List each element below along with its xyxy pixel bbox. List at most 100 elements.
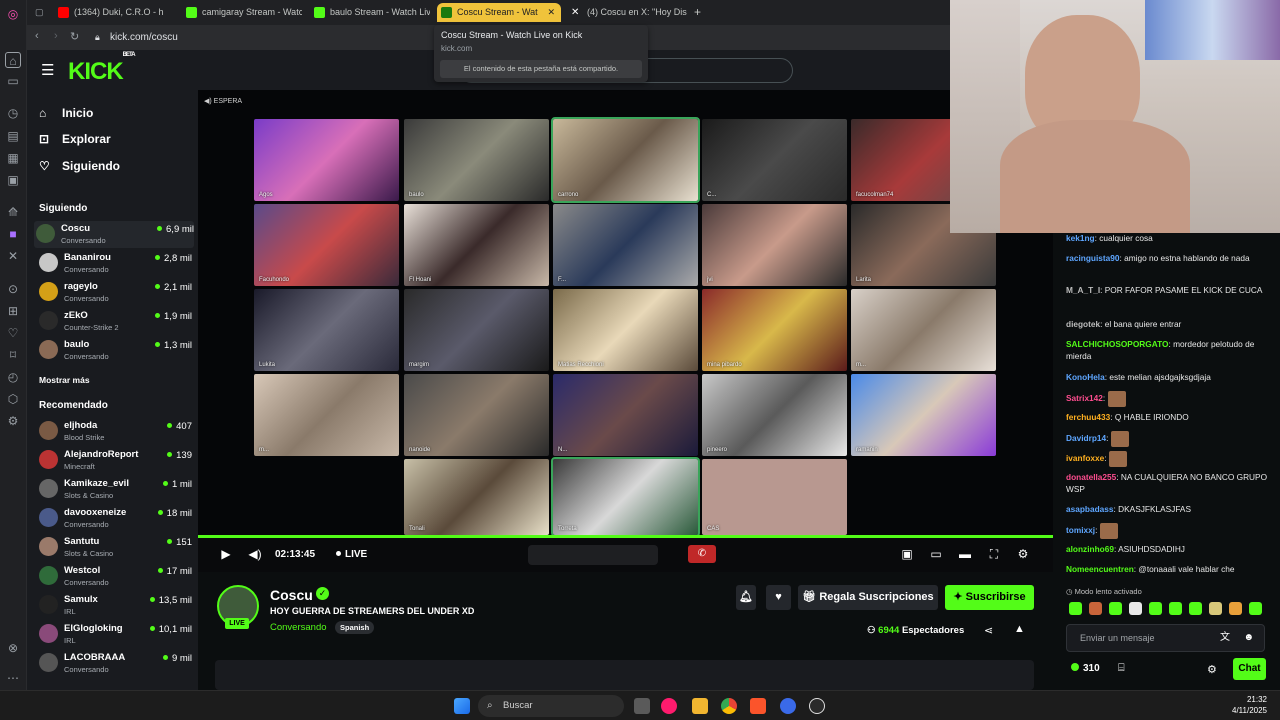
chat-username[interactable]: diegotek bbox=[1066, 319, 1100, 329]
opera-logo-icon[interactable]: ◎ bbox=[5, 6, 21, 22]
taskbar-search[interactable]: ⌕ Buscar bbox=[478, 695, 624, 717]
chat-username[interactable]: M_A_T_I bbox=[1066, 285, 1100, 295]
back-icon[interactable]: ‹ bbox=[35, 30, 39, 42]
fullscreen-icon[interactable]: ⛶ bbox=[987, 547, 1001, 561]
chat-username[interactable]: asapbadass bbox=[1066, 504, 1114, 514]
chat-input[interactable]: Enviar un mensaje 文 ☻ bbox=[1066, 624, 1265, 652]
home-icon[interactable]: ⌂ bbox=[5, 52, 21, 68]
windows-start-icon[interactable] bbox=[454, 698, 470, 714]
music-icon[interactable]: ▣ bbox=[5, 172, 21, 188]
extensions-icon[interactable]: ⬡ bbox=[5, 391, 21, 407]
app-icon[interactable] bbox=[780, 698, 796, 714]
reload-icon[interactable]: ↻ bbox=[70, 30, 79, 43]
share-icon[interactable]: ⋖ bbox=[984, 624, 993, 637]
recommended-item[interactable]: Santutu Slots & Casino 151 bbox=[37, 534, 192, 561]
translate-icon[interactable]: 文 bbox=[1220, 625, 1230, 651]
emote-icon[interactable] bbox=[1229, 602, 1242, 615]
recommended-item[interactable]: AlejandroReport Minecraft 139 bbox=[37, 447, 192, 474]
settings-icon[interactable]: ⚙ bbox=[5, 413, 21, 429]
emote-icon[interactable] bbox=[1189, 602, 1202, 615]
nav-explorar[interactable]: ⊡ Explorar bbox=[39, 131, 111, 147]
system-clock[interactable]: 21:32 4/11/2025 bbox=[1232, 694, 1267, 716]
url-field[interactable]: 🔒︎ kick.com/coscu bbox=[87, 28, 387, 47]
brave-icon[interactable] bbox=[750, 698, 766, 714]
chat-username[interactable]: alonzinho69 bbox=[1066, 544, 1114, 554]
play-icon[interactable]: ▶ bbox=[219, 547, 233, 561]
forward-icon[interactable]: › bbox=[54, 30, 58, 42]
opera-gx-icon[interactable] bbox=[661, 698, 677, 714]
recommended-item[interactable]: Westcol Conversando 17 mil bbox=[37, 563, 192, 590]
tab-baulo[interactable]: baulo Stream - Watch Liv bbox=[310, 3, 430, 22]
gamepad-icon[interactable]: ▭ bbox=[5, 73, 21, 89]
more-icon[interactable]: ⋯ bbox=[5, 670, 21, 686]
emote-icon[interactable] bbox=[1109, 602, 1122, 615]
emote-icon[interactable] bbox=[1129, 602, 1142, 615]
chat-username[interactable]: Davidrp14 bbox=[1066, 433, 1106, 443]
tab-coscu[interactable]: Coscu Stream - Wat ✕ bbox=[437, 3, 561, 22]
chat-username[interactable]: SALCHICHOSOPORGATO bbox=[1066, 339, 1169, 349]
show-more-link[interactable]: Mostrar más bbox=[39, 375, 90, 385]
emote-icon[interactable] bbox=[1069, 602, 1082, 615]
chat-username[interactable]: donatella255 bbox=[1066, 472, 1116, 482]
github-icon[interactable] bbox=[809, 698, 825, 714]
chat-send-button[interactable]: Chat bbox=[1233, 658, 1266, 680]
chat-username[interactable]: racinguista90 bbox=[1066, 253, 1120, 263]
heart-icon[interactable]: ♡ bbox=[5, 325, 21, 341]
x-icon[interactable]: ✕ bbox=[5, 248, 21, 264]
chat-username[interactable]: ivanfoxxe bbox=[1066, 453, 1104, 463]
nav-siguiendo[interactable]: ♡ Siguiendo bbox=[39, 158, 120, 174]
file-explorer-icon[interactable] bbox=[692, 698, 708, 714]
miniplayer-icon[interactable]: ▣ bbox=[900, 547, 914, 561]
emote-icon[interactable] bbox=[1149, 602, 1162, 615]
tab-youtube[interactable]: (1364) Duki, C.R.O - h bbox=[54, 3, 172, 22]
recommended-item[interactable]: Kamikaze_evil Slots & Casino 1 mil bbox=[37, 476, 192, 503]
grid-icon[interactable]: ⊞ bbox=[5, 303, 21, 319]
gift-subs-button[interactable]: 🎁︎ Regala Suscripciones bbox=[798, 585, 938, 610]
settings-icon[interactable]: ⚙ bbox=[1016, 547, 1030, 561]
clock-icon[interactable]: ◷ bbox=[5, 105, 21, 121]
cinema-icon[interactable]: ▬ bbox=[958, 547, 972, 561]
following-item[interactable]: Coscu Conversando 6,9 mil bbox=[34, 221, 194, 248]
chat-settings-icon[interactable]: ⚙ bbox=[1207, 663, 1217, 676]
volume-icon[interactable]: ◀) bbox=[248, 547, 262, 561]
kick-logo[interactable]: KICKBETA bbox=[68, 52, 136, 86]
news-icon[interactable]: ▦ bbox=[5, 150, 21, 166]
following-item[interactable]: Bananirou Conversando 2,8 mil bbox=[37, 250, 192, 277]
recommended-item[interactable]: ElGlogloking IRL 10,1 mil bbox=[37, 621, 192, 648]
following-item[interactable]: zEkO Counter-Strike 2 1,9 mil bbox=[37, 308, 192, 335]
emote-icon[interactable] bbox=[1249, 602, 1262, 615]
report-icon[interactable]: ▲ bbox=[1014, 623, 1025, 635]
video-player[interactable]: ◀) ESPERA Agos baulo carrono C... facuco… bbox=[198, 90, 1053, 572]
close-tab-icon[interactable]: ✕ bbox=[547, 3, 555, 22]
new-tab-button[interactable]: + bbox=[691, 3, 707, 22]
recommended-item[interactable]: Samulx IRL 13,5 mil bbox=[37, 592, 192, 619]
arrow-icon[interactable]: ⟰ bbox=[5, 204, 21, 220]
tab-menu-icon[interactable]: ▢ bbox=[35, 3, 51, 22]
nav-inicio[interactable]: ⌂ Inicio bbox=[39, 105, 93, 121]
recommended-item[interactable]: LACOBRAAA Conversando 9 mil bbox=[37, 650, 192, 677]
emoji-icon[interactable]: ☻ bbox=[1243, 625, 1254, 651]
store-icon[interactable]: ⌸ bbox=[1118, 662, 1125, 675]
chat-username[interactable]: KonoHela bbox=[1066, 372, 1105, 382]
close-sidebar-icon[interactable]: ⊗ bbox=[5, 640, 21, 656]
subscribe-button[interactable]: ✦ Suscribirse bbox=[945, 585, 1034, 610]
follow-button[interactable]: ♥ bbox=[766, 585, 791, 610]
emote-icon[interactable] bbox=[1169, 602, 1182, 615]
recommended-item[interactable]: eljhoda Blood Strike 407 bbox=[37, 418, 192, 445]
channel-points[interactable]: 310 bbox=[1071, 663, 1100, 674]
emote-icon[interactable] bbox=[1089, 602, 1102, 615]
theater-icon[interactable]: ▭ bbox=[929, 547, 943, 561]
following-item[interactable]: baulo Conversando 1,3 mil bbox=[37, 337, 192, 364]
task-view-icon[interactable] bbox=[634, 698, 650, 714]
following-item[interactable]: rageylo Conversando 2,1 mil bbox=[37, 279, 192, 306]
bookmark-icon[interactable]: ⌑ bbox=[5, 347, 21, 363]
chat-username[interactable]: Satrix142 bbox=[1066, 393, 1103, 403]
hangup-icon[interactable]: ✆ bbox=[688, 545, 716, 563]
twitch-icon[interactable]: ■ bbox=[5, 226, 21, 242]
language-tag[interactable]: Spanish bbox=[335, 621, 375, 634]
chat-username[interactable]: ferchuu433 bbox=[1066, 412, 1110, 422]
emote-icon[interactable] bbox=[1209, 602, 1222, 615]
box-icon[interactable]: ▤ bbox=[5, 128, 21, 144]
stream-category[interactable]: Conversando bbox=[270, 622, 327, 633]
chat-username[interactable]: Nomeencuentren bbox=[1066, 564, 1134, 574]
